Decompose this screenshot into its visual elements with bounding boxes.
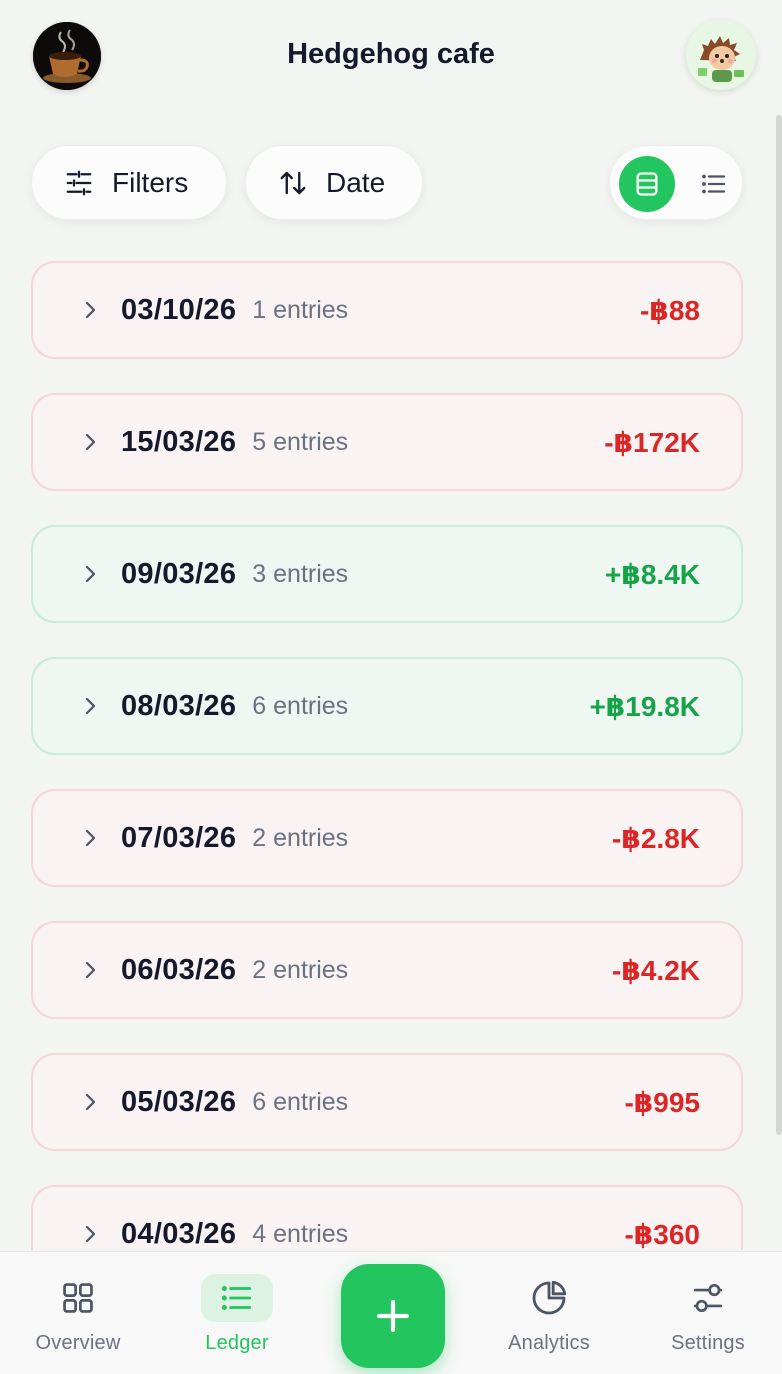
nav-analytics[interactable]: Analytics — [474, 1274, 624, 1364]
day-total-amount: +฿19.8K — [589, 690, 700, 722]
day-date: 04/03/26 — [121, 1217, 237, 1250]
nav-settings[interactable]: Settings — [633, 1274, 782, 1364]
day-group-row[interactable]: 15/03/26 5 entries -฿172K — [31, 393, 743, 491]
chevron-right-icon — [85, 301, 96, 319]
day-total-amount: -฿995 — [624, 1086, 700, 1118]
chevron-right-icon — [85, 433, 96, 451]
day-entry-count: 2 entries — [252, 955, 349, 984]
chevron-right-icon — [85, 1093, 96, 1111]
day-entry-count: 1 entries — [252, 295, 349, 324]
filters-button[interactable]: Filters — [31, 145, 227, 220]
day-date: 15/03/26 — [121, 425, 237, 458]
user-avatar[interactable] — [686, 20, 756, 90]
toggles-icon — [693, 1283, 723, 1313]
sort-date-button[interactable]: Date — [245, 145, 423, 220]
day-entry-count: 3 entries — [252, 559, 349, 588]
day-date: 09/03/26 — [121, 557, 237, 590]
hedgehog-avatar-icon — [686, 20, 756, 90]
list-view-button[interactable] — [686, 156, 742, 212]
chevron-right-icon — [85, 961, 96, 979]
day-group-row[interactable]: 09/03/26 3 entries +฿8.4K — [31, 525, 743, 623]
chevron-right-icon — [85, 829, 96, 847]
ledger-day-list[interactable]: 03/10/26 1 entries -฿88 15/03/26 5 entries -฿… — [0, 255, 782, 1250]
chevron-right-icon — [85, 1225, 96, 1243]
day-group-row[interactable]: 03/10/26 1 entries -฿88 — [31, 261, 743, 359]
day-total-amount: -฿4.2K — [612, 954, 700, 986]
sliders-icon — [66, 170, 92, 195]
day-date: 06/03/26 — [121, 953, 237, 986]
list-icon — [221, 1285, 252, 1311]
nav-overview[interactable]: Overview — [3, 1274, 153, 1364]
day-group-row[interactable]: 04/03/26 4 entries -฿360 — [31, 1185, 743, 1250]
day-entry-count: 2 entries — [252, 823, 349, 852]
day-group-row[interactable]: 05/03/26 6 entries -฿995 — [31, 1053, 743, 1151]
day-total-amount: -฿2.8K — [612, 822, 700, 854]
app-header: Hedgehog cafe — [0, 0, 782, 115]
plus-icon — [376, 1299, 410, 1333]
grouped-view-icon — [636, 172, 658, 196]
day-group-row[interactable]: 06/03/26 2 entries -฿4.2K — [31, 921, 743, 1019]
day-date: 03/10/26 — [121, 293, 237, 326]
nav-analytics-label: Analytics — [508, 1332, 590, 1354]
sort-arrows-icon — [280, 171, 306, 194]
nav-overview-label: Overview — [35, 1332, 121, 1354]
grid-icon — [63, 1283, 93, 1313]
day-entry-count: 6 entries — [252, 691, 349, 720]
chevron-right-icon — [85, 565, 96, 583]
day-entry-count: 6 entries — [252, 1087, 349, 1116]
add-entry-button[interactable] — [341, 1264, 445, 1368]
sort-label: Date — [326, 166, 386, 198]
pie-chart-icon — [532, 1280, 567, 1315]
nav-settings-label: Settings — [671, 1332, 745, 1354]
day-entry-count: 4 entries — [252, 1219, 349, 1248]
day-date: 07/03/26 — [121, 821, 237, 854]
day-entry-count: 5 entries — [252, 427, 349, 456]
list-view-icon — [702, 174, 726, 194]
day-date: 08/03/26 — [121, 689, 237, 722]
nav-ledger-label: Ledger — [205, 1332, 269, 1354]
day-total-amount: -฿360 — [624, 1218, 700, 1250]
chevron-right-icon — [85, 697, 96, 715]
app-title: Hedgehog cafe — [287, 38, 495, 70]
day-group-row[interactable]: 08/03/26 6 entries +฿19.8K — [31, 657, 743, 755]
day-total-amount: -฿88 — [640, 294, 700, 326]
nav-ledger[interactable]: Ledger — [162, 1274, 312, 1364]
view-mode-toggle — [609, 145, 743, 220]
day-date: 05/03/26 — [121, 1085, 237, 1118]
day-group-row[interactable]: 07/03/26 2 entries -฿2.8K — [31, 789, 743, 887]
grouped-view-button[interactable] — [619, 156, 675, 212]
day-total-amount: -฿172K — [604, 426, 700, 458]
day-total-amount: +฿8.4K — [605, 558, 700, 590]
filters-label: Filters — [112, 166, 189, 198]
